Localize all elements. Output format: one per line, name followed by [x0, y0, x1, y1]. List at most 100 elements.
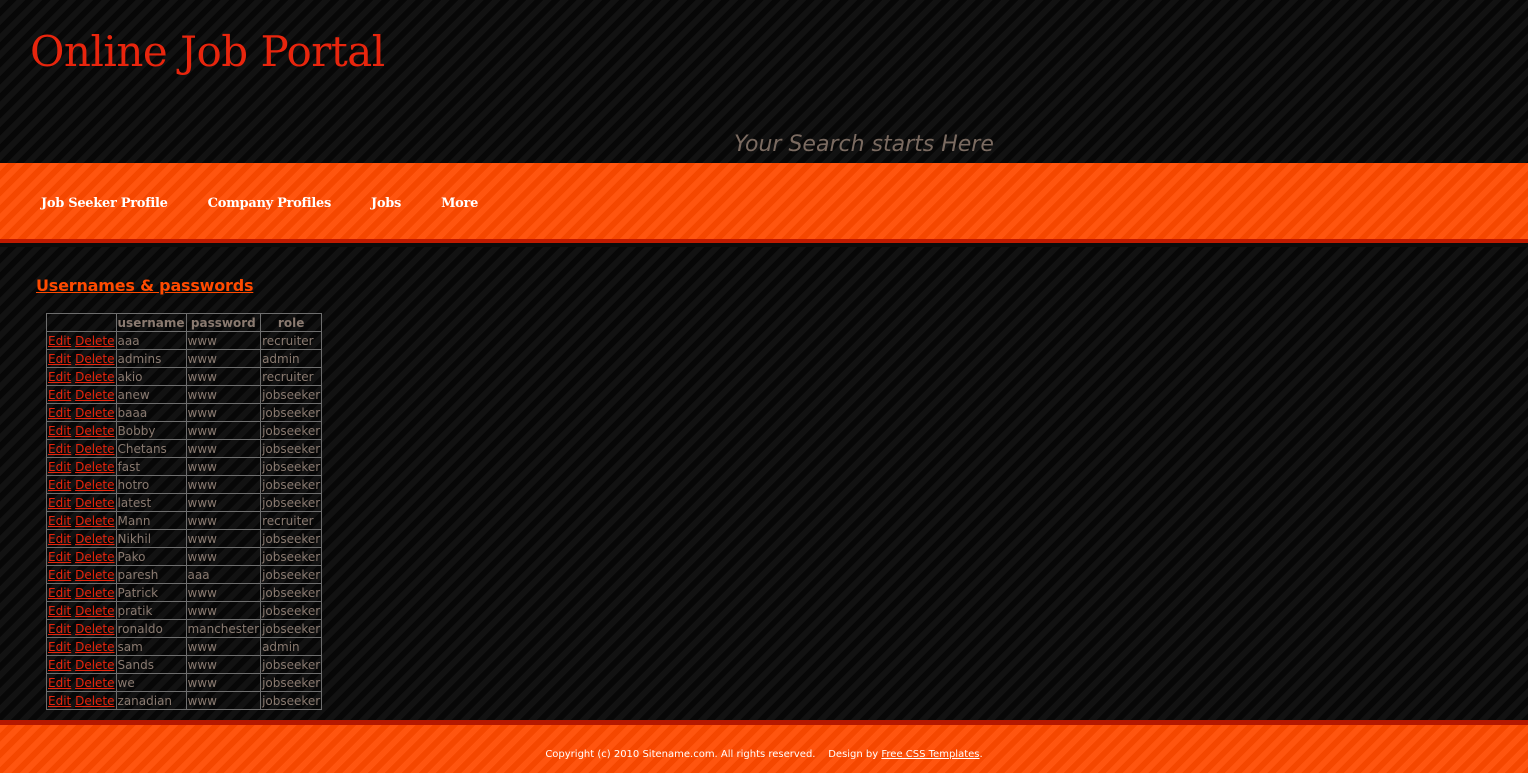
cell-role: jobseeker — [260, 385, 323, 404]
delete-link[interactable]: Delete — [75, 442, 114, 456]
row-actions: Edit Delete — [46, 601, 117, 620]
edit-link[interactable]: Edit — [48, 514, 71, 528]
cell-username: zanadian — [115, 691, 187, 710]
delete-link[interactable]: Delete — [75, 460, 114, 474]
edit-link[interactable]: Edit — [48, 424, 71, 438]
table-row: Edit Delete Nikhil www jobseeker — [46, 529, 323, 548]
cell-role: jobseeker — [260, 583, 323, 602]
edit-link[interactable]: Edit — [48, 622, 71, 636]
menu-link-jobs[interactable]: Jobs — [371, 196, 401, 211]
section-heading: Usernames & passwords — [36, 276, 254, 295]
cell-username: aaa — [115, 331, 187, 350]
delete-link[interactable]: Delete — [75, 406, 114, 420]
edit-link[interactable]: Edit — [48, 478, 71, 492]
edit-link[interactable]: Edit — [48, 352, 71, 366]
column-header-username: username — [115, 313, 187, 332]
users-table: username password role Edit Delete aaa www… — [46, 313, 323, 710]
delete-link[interactable]: Delete — [75, 658, 114, 672]
delete-link[interactable]: Delete — [75, 370, 114, 384]
cell-role: recruiter — [260, 511, 323, 530]
table-row: Edit Delete we www jobseeker — [46, 673, 323, 692]
menu-list: Job Seeker Profile Company Profiles Jobs… — [41, 192, 518, 211]
delete-link[interactable]: Delete — [75, 424, 114, 438]
row-actions: Edit Delete — [46, 349, 117, 368]
design-by-label: Design by — [828, 749, 879, 760]
edit-link[interactable]: Edit — [48, 658, 71, 672]
edit-link[interactable]: Edit — [48, 568, 71, 582]
row-actions: Edit Delete — [46, 655, 117, 674]
delete-link[interactable]: Delete — [75, 478, 114, 492]
edit-link[interactable]: Edit — [48, 496, 71, 510]
cell-role: jobseeker — [260, 691, 323, 710]
delete-link[interactable]: Delete — [75, 586, 114, 600]
edit-link[interactable]: Edit — [48, 334, 71, 348]
delete-link[interactable]: Delete — [75, 640, 114, 654]
row-actions: Edit Delete — [46, 583, 117, 602]
main-menu: Job Seeker Profile Company Profiles Jobs… — [0, 163, 1528, 243]
free-css-templates-link[interactable]: Free CSS Templates — [881, 749, 979, 760]
edit-link[interactable]: Edit — [48, 388, 71, 402]
menu-item-jobs: Jobs — [371, 192, 401, 211]
delete-link[interactable]: Delete — [75, 568, 114, 582]
row-actions: Edit Delete — [46, 457, 117, 476]
table-row: Edit Delete paresh aaa jobseeker — [46, 565, 323, 584]
table-row: Edit Delete anew www jobseeker — [46, 385, 323, 404]
delete-link[interactable]: Delete — [75, 550, 114, 564]
delete-link[interactable]: Delete — [75, 352, 114, 366]
cell-password: www — [185, 529, 262, 548]
row-actions: Edit Delete — [46, 403, 117, 422]
cell-password: www — [185, 547, 262, 566]
table-header-row: username password role — [46, 313, 323, 332]
menu-link-job-seeker-profile[interactable]: Job Seeker Profile — [41, 196, 168, 211]
menu-link-company-profiles[interactable]: Company Profiles — [208, 196, 332, 211]
row-actions: Edit Delete — [46, 637, 117, 656]
cell-username: pratik — [115, 601, 187, 620]
edit-link[interactable]: Edit — [48, 694, 71, 708]
cell-username: fast — [115, 457, 187, 476]
delete-link[interactable]: Delete — [75, 532, 114, 546]
edit-link[interactable]: Edit — [48, 676, 71, 690]
edit-link[interactable]: Edit — [48, 640, 71, 654]
edit-link[interactable]: Edit — [48, 406, 71, 420]
table-row: Edit Delete Chetans www jobseeker — [46, 439, 323, 458]
delete-link[interactable]: Delete — [75, 514, 114, 528]
row-actions: Edit Delete — [46, 673, 117, 692]
site-header: Online Job Portal Your Search starts Her… — [0, 0, 1528, 163]
design-suffix: . — [979, 749, 983, 760]
edit-link[interactable]: Edit — [48, 550, 71, 564]
site-title: Online Job Portal — [30, 27, 385, 76]
menu-link-more[interactable]: More — [441, 196, 478, 211]
row-actions: Edit Delete — [46, 691, 117, 710]
column-header-password: password — [185, 313, 262, 332]
table-row: Edit Delete admins www admin — [46, 349, 323, 368]
row-actions: Edit Delete — [46, 331, 117, 350]
delete-link[interactable]: Delete — [75, 496, 114, 510]
edit-link[interactable]: Edit — [48, 586, 71, 600]
cell-role: jobseeker — [260, 565, 323, 584]
site-footer: Copyright (c) 2010 Sitename.com. All rig… — [0, 720, 1528, 773]
edit-link[interactable]: Edit — [48, 460, 71, 474]
table-row: Edit Delete Pako www jobseeker — [46, 547, 323, 566]
cell-password: www — [185, 403, 262, 422]
delete-link[interactable]: Delete — [75, 388, 114, 402]
menu-item-company-profiles: Company Profiles — [208, 192, 332, 211]
edit-link[interactable]: Edit — [48, 370, 71, 384]
cell-role: admin — [260, 637, 323, 656]
delete-link[interactable]: Delete — [75, 622, 114, 636]
delete-link[interactable]: Delete — [75, 334, 114, 348]
edit-link[interactable]: Edit — [48, 442, 71, 456]
table-row: Edit Delete sam www admin — [46, 637, 323, 656]
cell-username: Patrick — [115, 583, 187, 602]
cell-username: admins — [115, 349, 187, 368]
cell-password: www — [185, 349, 262, 368]
cell-password: www — [185, 493, 262, 512]
table-row: Edit Delete zanadian www jobseeker — [46, 691, 323, 710]
edit-link[interactable]: Edit — [48, 532, 71, 546]
cell-role: jobseeker — [260, 673, 323, 692]
edit-link[interactable]: Edit — [48, 604, 71, 618]
cell-role: jobseeker — [260, 601, 323, 620]
delete-link[interactable]: Delete — [75, 604, 114, 618]
delete-link[interactable]: Delete — [75, 676, 114, 690]
delete-link[interactable]: Delete — [75, 694, 114, 708]
cell-username: sam — [115, 637, 187, 656]
